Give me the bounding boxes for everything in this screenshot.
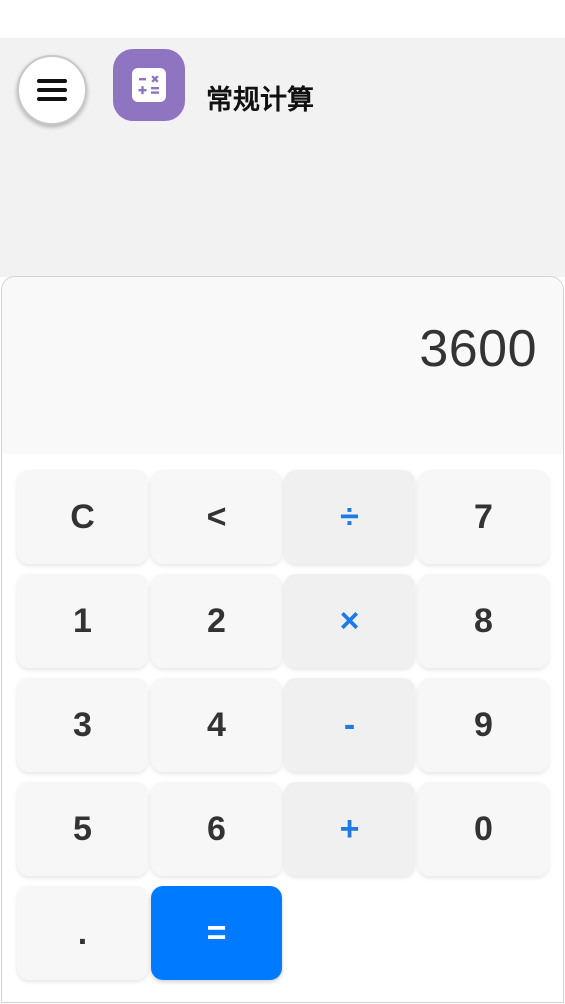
app-icon xyxy=(113,49,185,121)
calculator-panel: 3600 C < ÷ 7 1 2 × 8 3 4 - 9 5 6 + 0 . = xyxy=(1,276,564,1003)
digit-7-button[interactable]: 7 xyxy=(418,470,549,564)
page-title: 常规计算 xyxy=(206,85,314,116)
digit-4-button[interactable]: 4 xyxy=(151,678,282,772)
digit-5-button[interactable]: 5 xyxy=(17,782,148,876)
decimal-point-button[interactable]: . xyxy=(17,886,148,980)
digit-8-button[interactable]: 8 xyxy=(418,574,549,668)
digit-1-button[interactable]: 1 xyxy=(17,574,148,668)
add-button[interactable]: + xyxy=(284,782,415,876)
digit-3-button[interactable]: 3 xyxy=(17,678,148,772)
result-display: 3600 xyxy=(2,277,563,454)
multiply-button[interactable]: × xyxy=(284,574,415,668)
backspace-button[interactable]: < xyxy=(151,470,282,564)
digit-6-button[interactable]: 6 xyxy=(151,782,282,876)
header: 常规计算 xyxy=(0,38,565,277)
digit-0-button[interactable]: 0 xyxy=(418,782,549,876)
clear-button[interactable]: C xyxy=(17,470,148,564)
digit-2-button[interactable]: 2 xyxy=(151,574,282,668)
menu-button[interactable] xyxy=(17,55,87,125)
status-bar xyxy=(0,0,565,38)
digit-9-button[interactable]: 9 xyxy=(418,678,549,772)
hamburger-menu-icon xyxy=(37,79,67,101)
calculator-icon xyxy=(132,68,166,102)
display-value: 3600 xyxy=(419,320,537,378)
divide-button[interactable]: ÷ xyxy=(284,470,415,564)
equals-button[interactable]: = xyxy=(151,886,282,980)
subtract-button[interactable]: - xyxy=(284,678,415,772)
